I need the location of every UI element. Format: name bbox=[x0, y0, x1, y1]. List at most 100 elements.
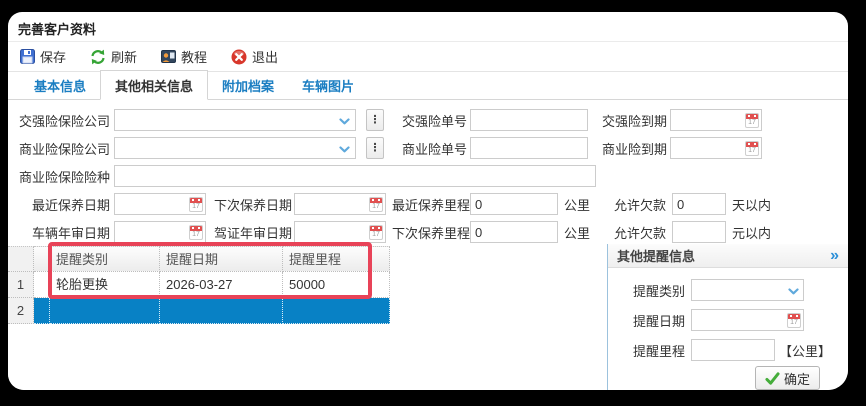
reminder-type-select[interactable] bbox=[691, 279, 804, 301]
form-row-commercial-type: 商业险保险险种 bbox=[14, 162, 848, 190]
calendar-icon[interactable]: 17 bbox=[745, 141, 759, 156]
compulsory-no-label: 交强险单号 bbox=[402, 113, 468, 129]
row-indicator bbox=[34, 272, 50, 298]
calendar-icon-top bbox=[190, 226, 202, 231]
allow-arrears-amount-label: 允许欠款 bbox=[614, 225, 667, 241]
ellipsis-icon: ⋮ bbox=[369, 114, 381, 126]
cell-reminder-date[interactable] bbox=[160, 298, 283, 324]
row-number: 2 bbox=[8, 298, 34, 324]
mileage-unit-label: 公里 bbox=[564, 225, 591, 241]
reminder-date-field: 17 bbox=[691, 309, 804, 331]
calendar-icon-day: 17 bbox=[192, 231, 200, 238]
form-row-inspection: 车辆年审日期 17 驾证年审日期 17 下次保养里程 公里 允许欠款 元以内 bbox=[14, 218, 848, 246]
title-bar: 完善客户资料 bbox=[8, 12, 848, 42]
calendar-icon[interactable]: 17 bbox=[369, 225, 383, 240]
chevron-down-icon bbox=[334, 116, 355, 125]
cell-reminder-mileage[interactable]: 50000 bbox=[283, 272, 390, 298]
table-row[interactable]: 1 轮胎更换 2026-03-27 50000 bbox=[8, 272, 390, 298]
tutorial-button[interactable]: 教程 bbox=[161, 47, 207, 66]
allow-arrears-amount-input[interactable] bbox=[672, 221, 727, 243]
form-row-maintenance: 最近保养日期 17 下次保养日期 17 最近保养里程 公里 允许欠款 天以内 bbox=[14, 190, 848, 218]
toolbar: 保存 刷新 教程 退出 bbox=[8, 42, 848, 72]
calendar-icon[interactable]: 17 bbox=[745, 113, 759, 128]
calendar-icon-day: 17 bbox=[372, 203, 380, 210]
form-area: 交强险保险公司 ⋮ 交强险单号 交强险到期 17 商业险保险公司 ⋮ 商业险单号… bbox=[8, 100, 848, 246]
calendar-icon[interactable]: 17 bbox=[787, 313, 801, 328]
reminder-date-label: 提醒日期 bbox=[633, 313, 686, 329]
compulsory-company-select[interactable] bbox=[114, 109, 356, 131]
table-row-selected[interactable]: 2 bbox=[8, 298, 390, 324]
panel-row-mileage: 提醒里程 【公里】 bbox=[608, 338, 848, 362]
chevron-down-icon bbox=[334, 144, 355, 153]
commercial-type-input[interactable] bbox=[114, 165, 596, 187]
reminder-mileage-unit: 【公里】 bbox=[779, 343, 832, 359]
last-maintenance-mileage-input[interactable] bbox=[470, 193, 558, 215]
commercial-expiry-label: 商业险到期 bbox=[602, 141, 668, 157]
grid-header-gutter bbox=[8, 246, 34, 272]
commercial-no-label: 商业险单号 bbox=[402, 141, 468, 157]
tab-basic-info[interactable]: 基本信息 bbox=[20, 71, 100, 99]
confirm-row: 确定 bbox=[608, 366, 848, 390]
compulsory-no-input[interactable] bbox=[470, 109, 588, 131]
calendar-icon[interactable]: 17 bbox=[369, 197, 383, 212]
save-label: 保存 bbox=[40, 50, 67, 65]
dialog-window: 完善客户资料 保存 刷新 教程 退出 基本信息 其他相关信息 附加档案 车辆图片… bbox=[8, 12, 848, 390]
cell-reminder-type[interactable]: 轮胎更换 bbox=[50, 272, 160, 298]
confirm-label: 确定 bbox=[783, 371, 810, 387]
tutorial-icon bbox=[161, 49, 177, 64]
cell-reminder-mileage[interactable] bbox=[283, 298, 390, 324]
save-icon bbox=[20, 49, 35, 64]
last-maintenance-date-label: 最近保养日期 bbox=[31, 197, 110, 213]
grid-header-row: 提醒类别 提醒日期 提醒里程 bbox=[8, 246, 390, 272]
tab-attachments[interactable]: 附加档案 bbox=[208, 71, 288, 99]
page-title: 完善客户资料 bbox=[18, 22, 97, 37]
grid-header-date[interactable]: 提醒日期 bbox=[160, 246, 283, 272]
calendar-icon[interactable]: 17 bbox=[189, 197, 203, 212]
tab-other-info[interactable]: 其他相关信息 bbox=[100, 70, 209, 100]
calendar-icon-day: 17 bbox=[372, 231, 380, 238]
form-row-commercial: 商业险保险公司 ⋮ 商业险单号 商业险到期 17 bbox=[14, 134, 848, 162]
tab-vehicle-photos[interactable]: 车辆图片 bbox=[288, 71, 368, 99]
calendar-icon-day: 17 bbox=[748, 119, 756, 126]
allow-arrears-amount-unit: 元以内 bbox=[732, 225, 772, 241]
calendar-icon-top bbox=[370, 226, 382, 231]
calendar-icon[interactable]: 17 bbox=[189, 225, 203, 240]
commercial-no-input[interactable] bbox=[470, 137, 588, 159]
row-number: 1 bbox=[8, 272, 34, 298]
reminder-mileage-input[interactable] bbox=[691, 339, 775, 361]
grid-header-mileage[interactable]: 提醒里程 bbox=[283, 246, 390, 272]
commercial-type-label: 商业险保险险种 bbox=[18, 169, 110, 185]
last-maintenance-date-field: 17 bbox=[114, 193, 206, 215]
license-inspection-date-label: 驾证年审日期 bbox=[214, 225, 293, 241]
commercial-expiry-field: 17 bbox=[670, 137, 762, 159]
panel-title: 其他提醒信息 bbox=[617, 249, 696, 264]
exit-button[interactable]: 退出 bbox=[231, 47, 278, 66]
collapse-panel-icon[interactable]: » bbox=[830, 247, 839, 263]
next-maintenance-mileage-input[interactable] bbox=[470, 221, 558, 243]
commercial-company-select[interactable] bbox=[114, 137, 356, 159]
compulsory-expiry-field: 17 bbox=[670, 109, 762, 131]
allow-arrears-days-input[interactable] bbox=[672, 193, 727, 215]
refresh-button[interactable]: 刷新 bbox=[90, 47, 137, 66]
allow-arrears-days-label: 允许欠款 bbox=[614, 197, 667, 213]
tab-bar: 基本信息 其他相关信息 附加档案 车辆图片 bbox=[8, 70, 848, 100]
cell-reminder-date[interactable]: 2026-03-27 bbox=[160, 272, 283, 298]
reminder-grid: 提醒类别 提醒日期 提醒里程 1 轮胎更换 2026-03-27 50000 2 bbox=[8, 246, 390, 324]
mileage-unit-label: 公里 bbox=[564, 197, 591, 213]
commercial-company-label: 商业险保险公司 bbox=[18, 141, 110, 157]
form-row-compulsory: 交强险保险公司 ⋮ 交强险单号 交强险到期 17 bbox=[14, 106, 848, 134]
tutorial-label: 教程 bbox=[181, 50, 208, 65]
calendar-icon-day: 17 bbox=[748, 147, 756, 154]
save-button[interactable]: 保存 bbox=[20, 47, 66, 66]
confirm-button[interactable]: 确定 bbox=[754, 366, 820, 390]
calendar-icon-top bbox=[746, 142, 758, 147]
grid-header-type[interactable]: 提醒类别 bbox=[50, 246, 160, 272]
ellipsis-icon: ⋮ bbox=[369, 142, 381, 154]
refresh-icon bbox=[90, 49, 106, 65]
other-reminder-panel: 其他提醒信息 » 提醒类别 提醒日期 17 提醒里程 【公里】 确定 bbox=[608, 244, 848, 390]
cell-reminder-type[interactable] bbox=[50, 298, 160, 324]
compulsory-company-more-button[interactable]: ⋮ bbox=[366, 109, 384, 131]
panel-row-type: 提醒类别 bbox=[608, 278, 848, 302]
commercial-company-more-button[interactable]: ⋮ bbox=[366, 137, 384, 159]
reminder-mileage-label: 提醒里程 bbox=[633, 343, 686, 359]
